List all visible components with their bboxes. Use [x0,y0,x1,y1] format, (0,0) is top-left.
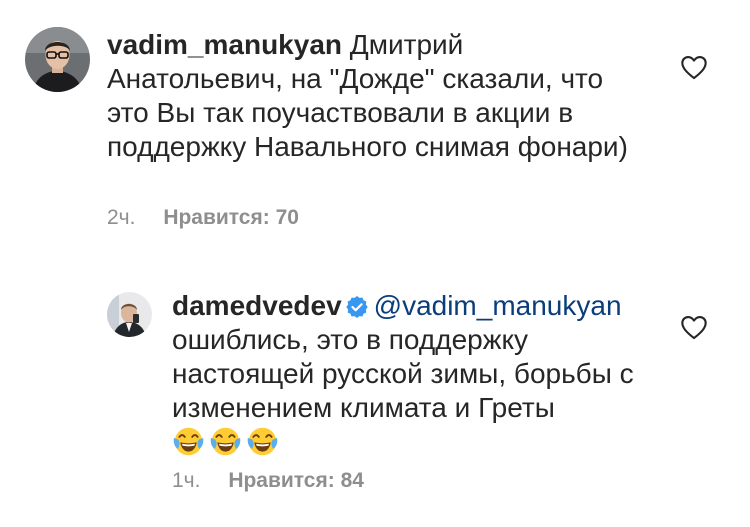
user-avatar[interactable] [25,27,90,92]
comment-meta: 1ч. Нравится: 84 [172,469,364,493]
face-with-tears-of-joy-icon [173,427,204,456]
comment-text: ошиблись, это в поддержку настоящей русс… [172,324,634,423]
face-with-tears-of-joy-icon [247,427,278,456]
comment-body: damedvedev @vadim_manukyan ошиблись, это… [172,289,642,460]
user-avatar-glasses-icon [25,27,90,92]
comment-username[interactable]: damedvedev [172,290,342,321]
user-avatar-suit-icon [107,292,152,337]
comment-timestamp[interactable]: 1ч. [172,469,200,492]
comment-likes-count[interactable]: Нравится: 84 [228,469,364,492]
face-with-tears-of-joy-icon [210,427,241,456]
comment-username[interactable]: vadim_manukyan [107,29,342,60]
verified-badge-icon [345,296,368,318]
heart-outline-icon[interactable] [680,54,708,80]
mention-link[interactable]: @vadim_manukyan [374,290,622,321]
comment-timestamp[interactable]: 2ч. [107,206,135,229]
user-avatar[interactable] [107,292,152,337]
emoji-group [172,425,283,460]
comment-meta: 2ч. Нравится: 70 [107,206,299,230]
heart-outline-icon[interactable] [680,314,708,340]
comment-body: vadim_manukyan Дмитрий Анатольевич, на "… [107,28,647,164]
comment-likes-count[interactable]: Нравится: 70 [163,206,299,229]
